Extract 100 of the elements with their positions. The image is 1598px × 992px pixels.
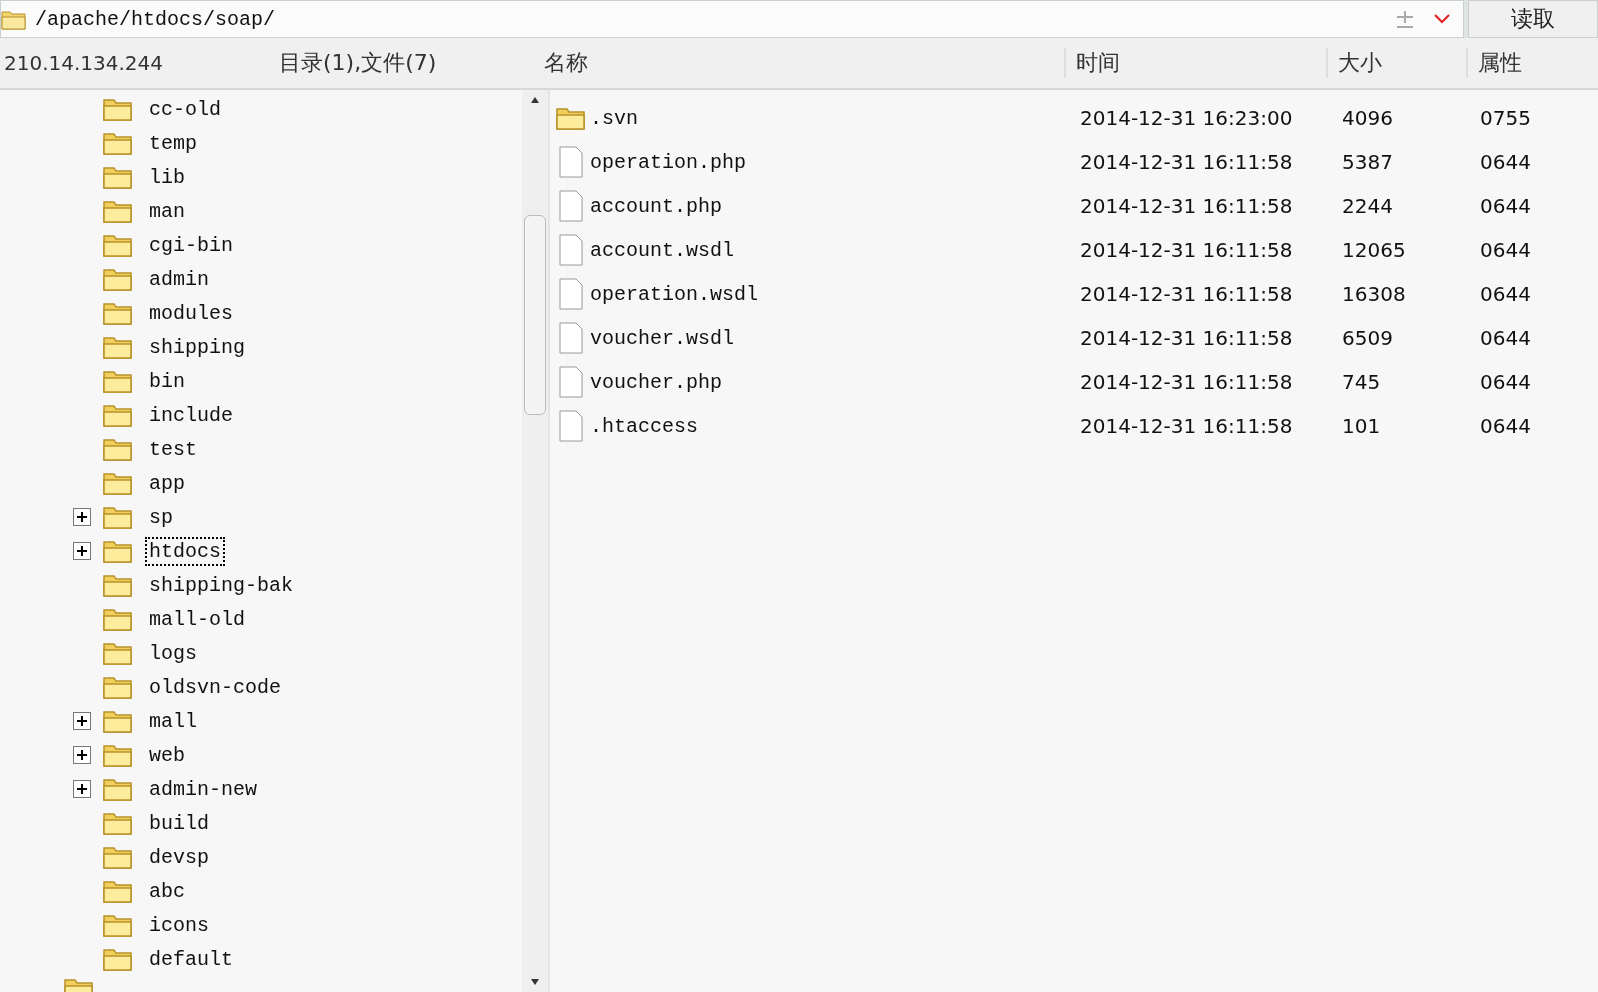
file-size: 5387 [1342, 150, 1394, 174]
file-permissions: 0644 [1480, 326, 1531, 350]
read-button[interactable]: 读取 [1468, 0, 1598, 38]
file-name[interactable]: voucher.wsdl [590, 326, 735, 350]
host-address: 210.14.134.244 [3, 51, 165, 75]
folder-icon [103, 266, 133, 292]
column-header[interactable]: 大小 [1326, 48, 1466, 78]
folder-icon [103, 470, 133, 496]
tree-item[interactable]: abc [145, 876, 189, 906]
file-permissions: 0644 [1480, 282, 1531, 306]
file-permissions: 0644 [1480, 194, 1531, 218]
file-icon [556, 322, 586, 354]
tree-item[interactable]: admin [145, 264, 213, 294]
file-size: 4096 [1342, 106, 1394, 130]
folder-icon [103, 742, 133, 768]
file-permissions: 0644 [1480, 238, 1531, 262]
file-size: 101 [1342, 414, 1382, 438]
file-icon [556, 410, 586, 442]
file-permissions: 0644 [1480, 370, 1531, 394]
folder-icon [103, 708, 133, 734]
file-permissions: 0755 [1480, 106, 1531, 130]
tree-item[interactable]: admin-new [145, 774, 262, 804]
file-time: 2014-12-31 16:11:58 [1080, 282, 1294, 306]
tree-item[interactable]: test [145, 434, 201, 464]
scroll-up-icon[interactable] [530, 96, 540, 104]
file-name[interactable]: .htaccess [590, 414, 699, 438]
tree-item[interactable]: modules [145, 298, 237, 328]
dropdown-icon[interactable] [1433, 13, 1451, 25]
tree-item[interactable]: shipping [145, 332, 249, 362]
path-field[interactable]: /apache/htdocs/soap/ [0, 0, 1464, 38]
tree-item[interactable]: cgi-bin [145, 230, 237, 260]
tree-item[interactable]: man [145, 196, 189, 226]
folder-icon [103, 538, 133, 564]
tree-item[interactable]: mall-old [145, 604, 249, 634]
tree-item[interactable]: mall [145, 706, 201, 736]
tree-item[interactable]: oldsvn-code [145, 672, 286, 702]
file-time: 2014-12-31 16:11:58 [1080, 414, 1294, 438]
folder-icon [103, 334, 133, 360]
folder-icon [103, 130, 133, 156]
folder-icon [103, 572, 133, 598]
tree-item[interactable]: devsp [145, 842, 213, 872]
file-icon [556, 278, 586, 310]
tree-item[interactable]: shipping-bak [145, 570, 298, 600]
file-permissions: 0644 [1480, 414, 1531, 438]
file-size: 12065 [1342, 238, 1407, 262]
scroll-thumb[interactable] [524, 215, 546, 415]
folder-icon [103, 300, 133, 326]
scrollbar[interactable] [522, 90, 548, 992]
tree-item[interactable]: build [145, 808, 213, 838]
file-name[interactable]: voucher.php [590, 370, 723, 394]
item-count: 目录(1),文件(7) [279, 49, 437, 77]
folder-icon [103, 810, 133, 836]
tree-item[interactable]: include [145, 400, 237, 430]
folder-icon [556, 105, 586, 131]
file-name[interactable]: account.php [590, 194, 723, 218]
folder-icon [103, 606, 133, 632]
folder-icon [103, 96, 133, 122]
expand-icon[interactable] [73, 780, 91, 798]
scroll-down-icon[interactable] [530, 978, 540, 986]
folder-icon [103, 776, 133, 802]
folder-icon [103, 844, 133, 870]
folder-icon [103, 436, 133, 462]
file-size: 2244 [1342, 194, 1394, 218]
path-text: /apache/htdocs/soap/ [35, 7, 277, 31]
expand-icon[interactable] [73, 542, 91, 560]
column-header[interactable]: 时间 [1064, 48, 1326, 78]
folder-icon [103, 640, 133, 666]
file-time: 2014-12-31 16:11:58 [1080, 370, 1294, 394]
file-size: 16308 [1342, 282, 1407, 306]
tree-item[interactable]: sp [145, 502, 177, 532]
file-name[interactable]: operation.php [590, 150, 747, 174]
folder-icon [103, 232, 133, 258]
tree-item[interactable]: web [145, 740, 189, 770]
folder-icon [103, 674, 133, 700]
file-time: 2014-12-31 16:11:58 [1080, 194, 1294, 218]
folder-icon [103, 402, 133, 428]
tree-item[interactable]: logs [145, 638, 201, 668]
tree-item[interactable]: icons [145, 910, 213, 940]
tree-item[interactable]: bin [145, 366, 189, 396]
tree-item[interactable]: default [145, 944, 237, 974]
tree-item[interactable]: cc-old [145, 94, 225, 124]
folder-icon [103, 164, 133, 190]
file-name[interactable]: .svn [590, 106, 638, 130]
file-name[interactable]: account.wsdl [590, 238, 735, 262]
column-header[interactable]: 属性 [1466, 48, 1598, 78]
file-name[interactable]: operation.wsdl [590, 282, 759, 306]
tree-item[interactable]: lib [145, 162, 189, 192]
tree-item[interactable]: temp [145, 128, 201, 158]
folder-icon [103, 368, 133, 394]
tree-item[interactable]: app [145, 468, 189, 498]
file-icon [556, 366, 586, 398]
file-time: 2014-12-31 16:11:58 [1080, 238, 1294, 262]
tree-item[interactable]: htdocs [145, 536, 225, 566]
file-icon [556, 190, 586, 222]
expand-icon[interactable] [73, 746, 91, 764]
file-time: 2014-12-31 16:11:58 [1080, 150, 1294, 174]
column-header[interactable]: 名称 [534, 48, 1064, 78]
expand-icon[interactable] [73, 508, 91, 526]
expand-icon[interactable] [73, 712, 91, 730]
folder-icon [103, 878, 133, 904]
